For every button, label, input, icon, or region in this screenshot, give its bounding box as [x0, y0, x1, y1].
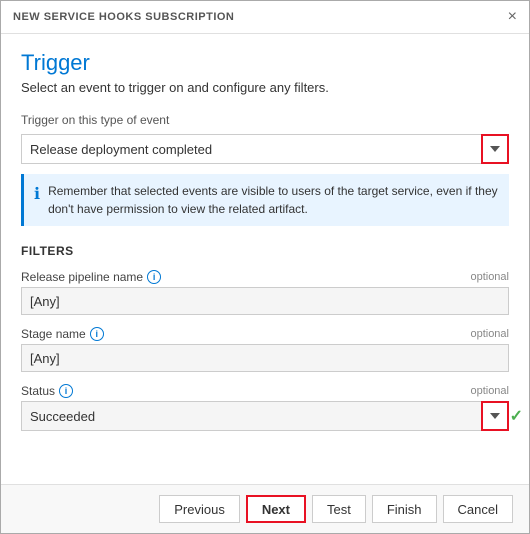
filter-pipeline-label: Release pipeline name i [21, 270, 161, 284]
filters-heading: FILTERS [21, 244, 509, 258]
dialog: NEW SERVICE HOOKS SUBSCRIPTION × Trigger… [0, 0, 530, 534]
pipeline-input[interactable] [21, 287, 509, 315]
finish-button[interactable]: Finish [372, 495, 437, 523]
next-button[interactable]: Next [246, 495, 306, 523]
info-message: Remember that selected events are visibl… [48, 182, 499, 218]
stage-info-icon[interactable]: i [90, 327, 104, 341]
stage-optional: optional [470, 328, 509, 340]
info-box: ℹ Remember that selected events are visi… [21, 174, 509, 226]
cancel-button[interactable]: Cancel [443, 495, 513, 523]
trigger-select[interactable]: Release deployment completed [21, 134, 509, 164]
filter-pipeline-label-row: Release pipeline name i optional [21, 270, 509, 284]
section-subtitle: Select an event to trigger on and config… [21, 80, 509, 95]
trigger-label: Trigger on this type of event [21, 113, 169, 127]
dialog-title: NEW SERVICE HOOKS SUBSCRIPTION [13, 11, 234, 23]
previous-button[interactable]: Previous [159, 495, 240, 523]
section-heading: Trigger [21, 50, 509, 76]
info-icon: ℹ [34, 183, 40, 207]
filter-row-stage: Stage name i optional [21, 327, 509, 372]
status-optional: optional [470, 385, 509, 397]
pipeline-optional: optional [470, 271, 509, 283]
filter-row-status: Status i optional Succeeded ✓ [21, 384, 509, 431]
filter-stage-label: Stage name i [21, 327, 104, 341]
status-select-wrapper: Succeeded ✓ [21, 401, 509, 431]
title-bar: NEW SERVICE HOOKS SUBSCRIPTION × [1, 1, 529, 34]
pipeline-info-icon[interactable]: i [147, 270, 161, 284]
stage-input[interactable] [21, 344, 509, 372]
status-checkmark: ✓ [510, 406, 523, 426]
trigger-select-wrapper: Release deployment completed [21, 134, 509, 164]
filter-status-label: Status i [21, 384, 73, 398]
test-button[interactable]: Test [312, 495, 366, 523]
filter-status-label-row: Status i optional [21, 384, 509, 398]
filter-stage-label-row: Stage name i optional [21, 327, 509, 341]
status-info-icon[interactable]: i [59, 384, 73, 398]
filter-row-pipeline: Release pipeline name i optional [21, 270, 509, 315]
trigger-label-row: Trigger on this type of event [21, 113, 509, 131]
dialog-footer: Previous Next Test Finish Cancel [1, 484, 529, 533]
status-select[interactable]: Succeeded [21, 401, 509, 431]
dialog-body: Trigger Select an event to trigger on an… [1, 34, 529, 484]
close-button[interactable]: × [508, 9, 517, 25]
